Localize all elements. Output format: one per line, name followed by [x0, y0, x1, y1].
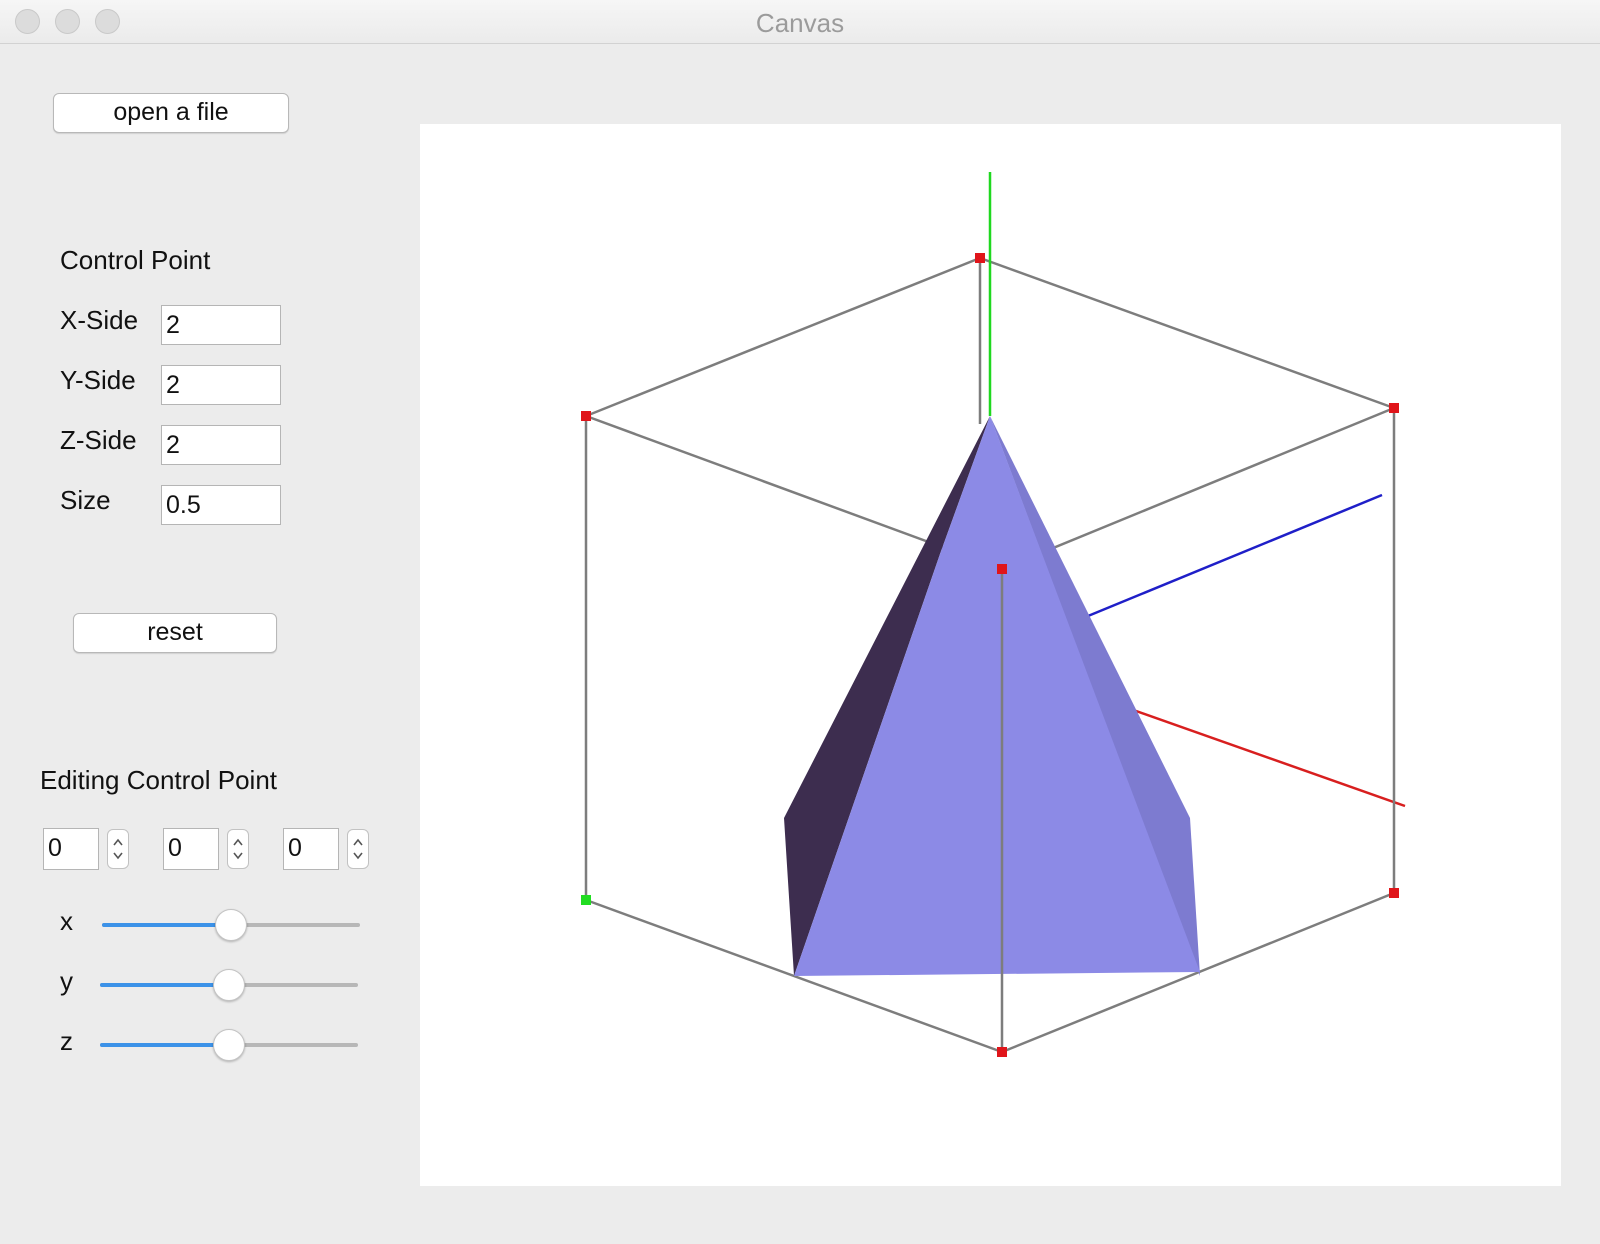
y-side-field[interactable]: 2: [161, 365, 281, 405]
control-point: [1389, 403, 1399, 413]
slider-z[interactable]: [100, 1028, 358, 1062]
x-side-label: X-Side: [60, 305, 139, 335]
spinner-y-stepper[interactable]: [227, 829, 249, 869]
spinner-y-field[interactable]: 0: [163, 828, 219, 870]
control-point: [997, 1047, 1007, 1057]
selected-control-point: [581, 895, 591, 905]
up-down-chevron-icon: [353, 838, 363, 860]
y-side-label: Y-Side: [60, 365, 136, 395]
slider-fill: [100, 983, 229, 987]
slider-fill: [102, 923, 231, 927]
control-point: [997, 564, 1007, 574]
z-axis-line: [1087, 493, 1383, 618]
up-down-chevron-icon: [113, 838, 123, 860]
3d-scene: [581, 172, 1406, 1057]
slider-x[interactable]: [102, 908, 360, 942]
slider-knob[interactable]: [213, 1029, 245, 1061]
editing-control-point-heading: Editing Control Point: [40, 765, 278, 795]
size-field[interactable]: 0.5: [161, 485, 281, 525]
z-side-field[interactable]: 2: [161, 425, 281, 465]
slider-knob[interactable]: [215, 909, 247, 941]
3d-viewport[interactable]: [420, 124, 1561, 1186]
slider-fill: [100, 1043, 229, 1047]
slider-knob[interactable]: [213, 969, 245, 1001]
control-point: [975, 253, 985, 263]
size-label: Size: [60, 485, 111, 515]
spinner-x-field[interactable]: 0: [43, 828, 99, 870]
reset-button[interactable]: reset: [73, 613, 277, 653]
app-window: Canvas open a file Control Point X-Side …: [0, 0, 1600, 1244]
slider-x-label: x: [60, 906, 73, 936]
up-down-chevron-icon: [233, 838, 243, 860]
title-bar: Canvas: [0, 0, 1600, 44]
window-title: Canvas: [755, 8, 845, 38]
x-side-field[interactable]: 2: [161, 305, 281, 345]
z-side-label: Z-Side: [60, 425, 137, 455]
control-point-heading: Control Point: [60, 245, 211, 275]
spinner-z-stepper[interactable]: [347, 829, 369, 869]
slider-z-label: z: [60, 1026, 73, 1056]
spinner-z-field[interactable]: 0: [283, 828, 339, 870]
control-point: [581, 411, 591, 421]
open-file-button[interactable]: open a file: [53, 93, 289, 133]
slider-y[interactable]: [100, 968, 358, 1002]
spinner-x-stepper[interactable]: [107, 829, 129, 869]
slider-y-label: y: [60, 966, 73, 996]
control-point: [1389, 888, 1399, 898]
pyramid-solid: [784, 416, 1200, 976]
